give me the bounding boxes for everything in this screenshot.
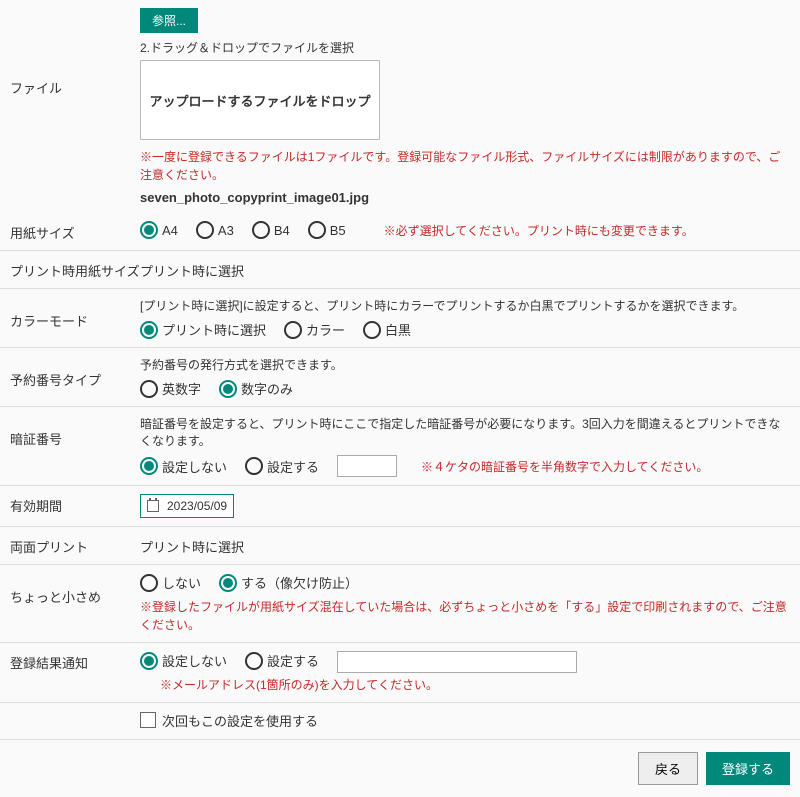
color-mode-desc: [プリント時に選択]に設定すると、プリント時にカラーでプリントするか白黒でプリン…: [140, 297, 790, 314]
validity-date-value: 2023/05/09: [167, 499, 227, 513]
paper-size-b4[interactable]: B4: [252, 221, 290, 239]
duplex-label: 両面プリント: [10, 535, 140, 556]
pin-desc: 暗証番号を設定すると、プリント時にここで指定した暗証番号が必要になります。3回入…: [140, 415, 790, 449]
paper-size-warn: ※必ず選択してください。プリント時にも変更できます。: [384, 222, 694, 239]
pin-warn: ※４ケタの暗証番号を半角数字で入力してください。: [421, 458, 708, 475]
paper-size-a4[interactable]: A4: [140, 221, 178, 239]
shrink-on[interactable]: する（像欠け防止）: [219, 573, 358, 592]
print-paper-size-label: プリント時用紙サイズ: [10, 259, 140, 280]
reservation-type-desc: 予約番号の発行方式を選択できます。: [140, 356, 790, 373]
print-paper-size-value: プリント時に選択: [140, 259, 790, 280]
remember-checkbox[interactable]: 次回もこの設定を使用する: [140, 711, 318, 730]
color-mode-color[interactable]: カラー: [284, 320, 345, 339]
submit-button[interactable]: 登録する: [706, 752, 790, 785]
drop-zone-text: アップロードするファイルをドロップ: [149, 91, 370, 110]
duplex-value: プリント時に選択: [140, 535, 790, 556]
notify-on[interactable]: 設定する: [245, 651, 319, 670]
color-mode-mono[interactable]: 白黒: [363, 320, 411, 339]
file-label: ファイル: [10, 8, 140, 97]
paper-size-a3[interactable]: A3: [196, 221, 234, 239]
notify-warn: ※メールアドレス(1箇所のみ)を入力してください。: [160, 677, 438, 694]
pin-label: 暗証番号: [10, 415, 140, 448]
notify-email-input[interactable]: [337, 651, 577, 673]
browse-button[interactable]: 参照...: [140, 8, 198, 33]
shrink-label: ちょっと小さめ: [10, 573, 140, 606]
shrink-off[interactable]: しない: [140, 573, 201, 592]
pin-on[interactable]: 設定する: [245, 457, 319, 476]
shrink-warn: ※登録したファイルが用紙サイズ混在していた場合は、必ずちょっと小さめを「する」設…: [140, 598, 790, 634]
notify-off[interactable]: 設定しない: [140, 651, 227, 670]
drop-zone[interactable]: アップロードするファイルをドロップ: [140, 60, 380, 140]
file-warn: ※一度に登録できるファイルは1ファイルです。登録可能なファイル形式、ファイルサイ…: [140, 148, 790, 184]
pin-input[interactable]: [337, 455, 397, 477]
color-mode-label: カラーモード: [10, 297, 140, 330]
calendar-icon: [147, 500, 159, 512]
reservation-type-label: 予約番号タイプ: [10, 356, 140, 389]
uploaded-filename: seven_photo_copyprint_image01.jpg: [140, 190, 790, 205]
color-mode-auto[interactable]: プリント時に選択: [140, 320, 266, 339]
reservation-numeric[interactable]: 数字のみ: [219, 379, 293, 398]
paper-size-label: 用紙サイズ: [10, 221, 140, 242]
notify-label: 登録結果通知: [10, 651, 140, 672]
drag-drop-heading: 2.ドラッグ＆ドロップでファイルを選択: [140, 39, 790, 56]
validity-label: 有効期間: [10, 494, 140, 515]
paper-size-b5[interactable]: B5: [308, 221, 346, 239]
pin-off[interactable]: 設定しない: [140, 457, 227, 476]
remember-label: 次回もこの設定を使用する: [162, 711, 318, 730]
reservation-alnum[interactable]: 英数字: [140, 379, 201, 398]
back-button[interactable]: 戻る: [638, 752, 698, 785]
validity-date-picker[interactable]: 2023/05/09: [140, 494, 234, 518]
